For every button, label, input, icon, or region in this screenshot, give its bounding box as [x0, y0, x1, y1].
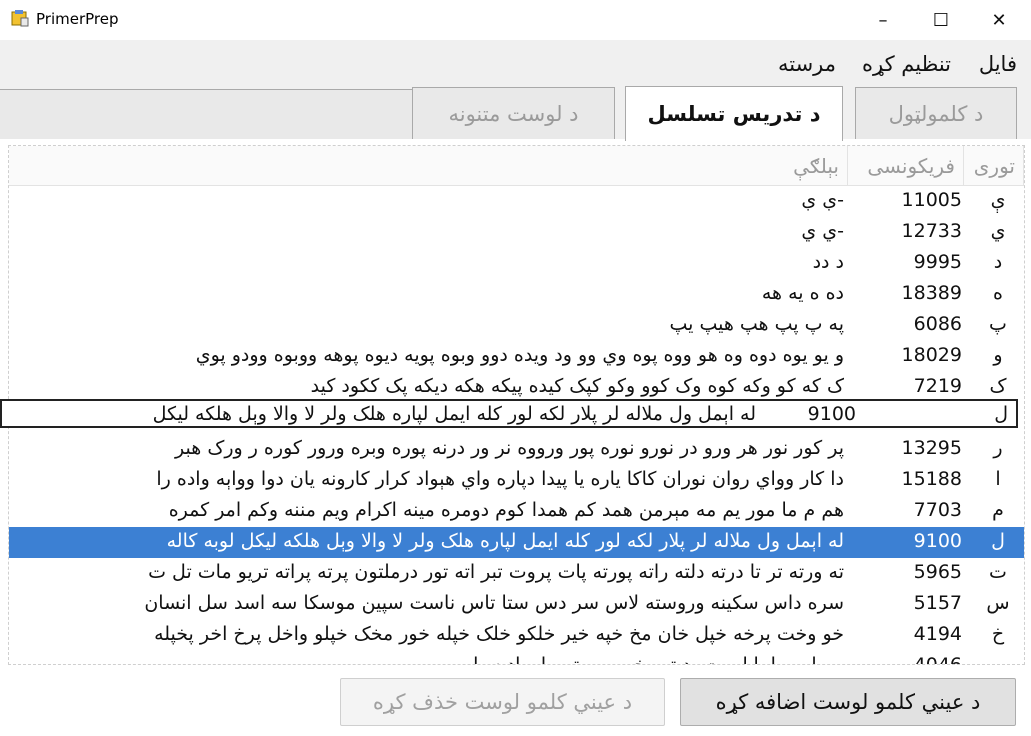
cell-words: پر کور نور هر ورو در نورو نوره پور ورووه…	[175, 437, 844, 459]
cell-letter: ه	[993, 282, 1003, 304]
menu-file[interactable]: فايل	[979, 52, 1017, 76]
cell-letter: ت	[989, 561, 1007, 583]
cell-letter: س	[986, 592, 1010, 614]
table-row[interactable]: ه 18389 ده ه يه هه	[9, 279, 1024, 310]
edit-words: له اېمل ول ملاله لر پلار لکه لور کله ايم…	[152, 403, 756, 425]
cell-letter: ې	[990, 189, 1006, 211]
table-row[interactable]: ر 13295 پر کور نور هر ورو در نورو نوره پور…	[9, 434, 1024, 465]
edit-letter: ل	[994, 403, 1008, 425]
cell-frequency: 5157	[913, 592, 962, 614]
table-row[interactable]: س 5157 سره داس سکينه وروسته لاس سر دس ستا …	[9, 589, 1024, 620]
edit-frequency: 9100	[807, 403, 856, 425]
cell-letter: پ	[989, 313, 1007, 335]
cell-words: له اېمل ول ملاله لر پلار لکه لور کله ايم…	[166, 530, 844, 552]
column-header-words[interactable]: بېلګې	[9, 146, 848, 186]
cell-letter: ر	[993, 437, 1003, 459]
tab-teaching-order[interactable]: د تدریس تسلسل	[625, 86, 843, 141]
cell-frequency: 18029	[901, 344, 962, 366]
window-title: PrimerPrep	[36, 10, 119, 28]
table-row[interactable]: د 9995 د دد	[9, 248, 1024, 279]
cell-letter: ک	[989, 375, 1007, 397]
cell-frequency: 13295	[901, 437, 962, 459]
cell-words: ته ورته تر تا درته دلته راته پورته پات پ…	[148, 561, 844, 583]
cell-words: ک که کو وکه کوه وک کوو وکو کپک کيده پيکه…	[310, 375, 844, 397]
cell-words: -ې ې	[801, 189, 844, 211]
menu-edit[interactable]: تنظيم کړه	[862, 52, 951, 76]
maximize-button[interactable]: ☐	[911, 0, 971, 40]
column-header-letter[interactable]: توری	[964, 146, 1024, 186]
row-edit-overlay[interactable]: ل 9100 له اېمل ول ملاله لر پلار لکه لور …	[0, 399, 1018, 428]
title-bar: PrimerPrep – ☐ ✕	[0, 0, 1031, 40]
cell-letter: و	[993, 344, 1003, 366]
tab-strip: د کلمولټول د تدریس تسلسل د لوست متنونه	[0, 86, 1031, 141]
cell-words: خو وخت پرخه خپل خان مخ خپه خير خلکو خلک …	[154, 623, 844, 645]
cell-words: په پ پپ هپ هيپ يپ	[669, 313, 844, 335]
cell-frequency: 6086	[913, 313, 962, 335]
remove-sight-words-button[interactable]: د عيني کلمو لوست خذف کړه	[340, 678, 665, 726]
minimize-icon: –	[878, 9, 888, 31]
tab-strip-filler	[0, 89, 412, 139]
cell-words: دا کار وواي روان نوران کاکا ياره يا پيدا…	[156, 468, 844, 490]
cell-letter: ي	[990, 220, 1006, 242]
close-icon: ✕	[991, 9, 1007, 31]
cell-letter: خ	[991, 623, 1005, 645]
add-sight-words-button[interactable]: د عيني کلمو لوست اضافه کړه	[680, 678, 1016, 726]
table-row[interactable]: ې 11005 -ې ې	[9, 186, 1024, 217]
cell-words: هم م ما مور يم مه مېرمن همد کم همدا کوم …	[168, 499, 844, 521]
cell-words: و يو يوه دوه وه هو ووه پوه وي وو ود ويده…	[195, 344, 844, 366]
menu-bar: فايل تنظيم کړه مرسته	[0, 40, 1031, 86]
cell-letter: د	[993, 251, 1003, 273]
cell-frequency: 5965	[913, 561, 962, 583]
cell-letter: ل	[991, 530, 1005, 552]
cell-frequency: 12733	[901, 220, 962, 242]
cell-frequency: 15188	[901, 468, 962, 490]
cell-letter: ب	[989, 654, 1007, 665]
menu-help[interactable]: مرسته	[778, 52, 836, 76]
minimize-button[interactable]: –	[853, 0, 913, 40]
cell-frequency: 9100	[913, 530, 962, 552]
table-row[interactable]: ب 4046 به باب بيا بابا بوټ بد تب خوب بېرته…	[9, 651, 1024, 665]
table-row[interactable]: و 18029 و يو يوه دوه وه هو ووه پوه وي وو و…	[9, 341, 1024, 372]
cell-words: سره داس سکينه وروسته لاس سر دس ستا تاس ن…	[144, 592, 844, 614]
column-header-frequency[interactable]: فریکونسی	[848, 146, 964, 186]
cell-frequency: 9995	[913, 251, 962, 273]
table-row[interactable]: ت 5965 ته ورته تر تا درته دلته راته پورته …	[9, 558, 1024, 589]
cell-words: ده ه يه هه	[761, 282, 844, 304]
cell-words: د دد	[812, 251, 844, 273]
cell-frequency: 18389	[901, 282, 962, 304]
table-row[interactable]: ي 12733 -ي ي	[9, 217, 1024, 248]
app-icon	[11, 10, 29, 27]
cell-words: -ي ي	[801, 220, 844, 242]
cell-words: به باب بيا بابا بوټ بد تب خوب بېرته بېل …	[473, 654, 844, 665]
cell-letter: ا	[995, 468, 1001, 490]
table-row[interactable]: پ 6086 په پ پپ هپ هيپ يپ	[9, 310, 1024, 341]
table-row[interactable]: م 7703 هم م ما مور يم مه مېرمن همد کم همدا…	[9, 496, 1024, 527]
tab-words[interactable]: د کلمولټول	[855, 87, 1017, 139]
tab-texts[interactable]: د لوست متنونه	[412, 87, 615, 139]
maximize-icon: ☐	[932, 9, 950, 31]
cell-frequency: 4194	[913, 623, 962, 645]
cell-letter: م	[992, 499, 1004, 521]
cell-frequency: 4046	[913, 654, 962, 665]
table-row[interactable]: ا 15188 دا کار وواي روان نوران کاکا ياره ي…	[9, 465, 1024, 496]
cell-frequency: 7219	[913, 375, 962, 397]
close-button[interactable]: ✕	[969, 0, 1029, 40]
table-row[interactable]: ل 9100 له اېمل ول ملاله لر پلار لکه لور کل…	[9, 527, 1024, 558]
cell-frequency: 7703	[913, 499, 962, 521]
table-row[interactable]: خ 4194 خو وخت پرخه خپل خان مخ خپه خير خلکو…	[9, 620, 1024, 651]
cell-frequency: 11005	[901, 189, 962, 211]
